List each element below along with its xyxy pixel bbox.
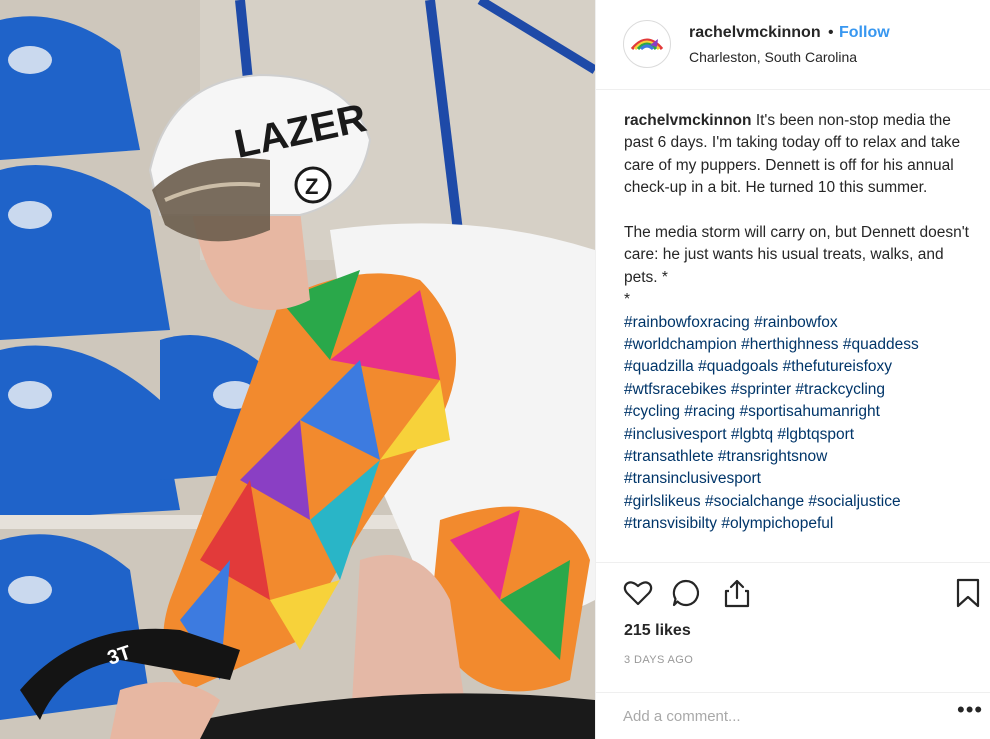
heart-icon[interactable] [622,577,654,609]
hashtag-list: #rainbowfoxracing #rainbowfox #worldcham… [624,312,974,536]
post-location[interactable]: Charleston, South Carolina [689,49,857,65]
separator-dot: • [828,24,834,41]
post-header: rachelvmckinnon • Follow Charleston, Sou… [596,0,990,90]
hashtag-line[interactable]: #inclusivesport #lgbtq #lgbtqsport [624,424,974,446]
post-username[interactable]: rachelvmckinnon [689,24,821,42]
caption-asterisk: * [624,291,631,309]
hashtag-line[interactable]: #rainbowfoxracing #rainbowfox [624,312,974,334]
hashtag-line[interactable]: #transathlete #transrightsnow [624,446,974,468]
share-icon[interactable] [721,577,753,609]
rainbow-fox-logo-icon [625,22,669,66]
comment-bar: ••• [596,692,990,739]
caption-paragraph-2: The media storm will carry on, but Denne… [624,224,969,286]
post-timestamp[interactable]: 3 DAYS AGO [624,654,693,666]
hashtag-line[interactable]: #quadzilla #quadgoals #thefutureisfoxy [624,356,974,378]
hashtag-line[interactable]: #transvisibilty #olympichopeful [624,513,974,535]
caption-paragraph-1: rachelvmckinnon It's been non-stop media… [624,110,974,200]
hashtag-line[interactable]: #cycling #racing #sportisahumanright [624,401,974,423]
more-options-icon[interactable]: ••• [957,697,983,723]
hashtag-line[interactable]: #worldchampion #herthighness #quaddess [624,334,974,356]
cyclist-photo: LAZER Z 3T [0,0,595,739]
helmet-logo-text: Z [305,174,318,199]
post-actions: 215 likes 3 DAYS AGO [596,562,990,692]
hashtag-line[interactable]: #transinclusivesport [624,468,974,490]
follow-button[interactable]: Follow [839,24,890,42]
post-caption: rachelvmckinnon It's been non-stop media… [624,110,974,560]
like-count[interactable]: 215 likes [624,622,691,640]
post-panel: rachelvmckinnon • Follow Charleston, Sou… [595,0,990,739]
post-photo[interactable]: LAZER Z 3T [0,0,595,739]
caption-username[interactable]: rachelvmckinnon [624,112,752,129]
avatar[interactable] [623,20,671,68]
bookmark-icon[interactable] [952,577,984,609]
comment-icon[interactable] [670,577,702,609]
hashtag-line[interactable]: #wtfsracebikes #sprinter #trackcycling [624,379,974,401]
comment-input[interactable] [623,701,923,731]
hashtag-line[interactable]: #girlslikeus #socialchange #socialjustic… [624,491,974,513]
